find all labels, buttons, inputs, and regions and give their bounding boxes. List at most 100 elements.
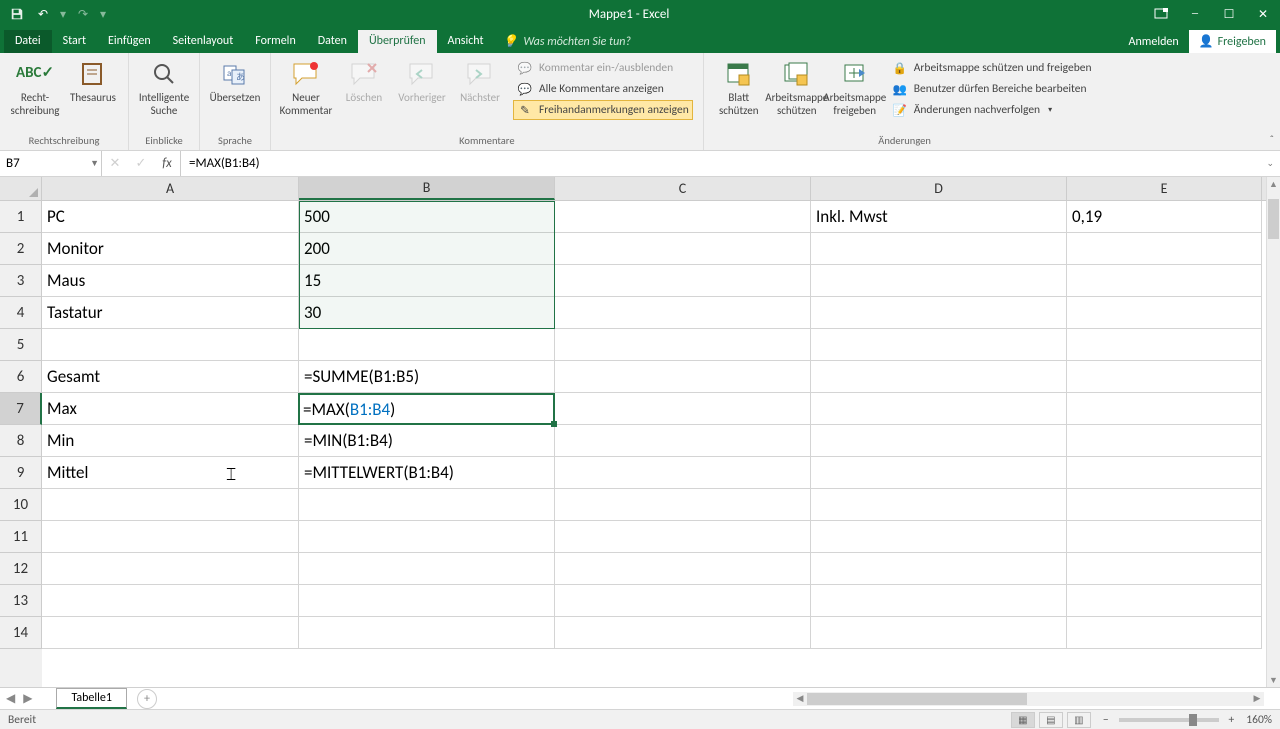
cell[interactable] — [42, 617, 299, 649]
cell[interactable] — [1067, 585, 1262, 617]
row-header[interactable]: 2 — [0, 233, 42, 265]
undo-button[interactable]: ↶ — [32, 3, 54, 25]
save-button[interactable] — [6, 3, 28, 25]
cell[interactable]: 15 — [299, 265, 555, 297]
row-header[interactable]: 1 — [0, 201, 42, 233]
cell[interactable] — [811, 233, 1067, 265]
maximize-button[interactable]: ☐ — [1212, 0, 1246, 28]
cell[interactable] — [299, 489, 555, 521]
row-header[interactable]: 4 — [0, 297, 42, 329]
cell[interactable] — [1067, 457, 1262, 489]
cell[interactable]: Mittel — [42, 457, 299, 489]
cell[interactable] — [1067, 521, 1262, 553]
cell[interactable]: Max — [42, 393, 299, 425]
cell[interactable] — [1067, 361, 1262, 393]
insert-function-button[interactable]: fx — [154, 156, 180, 171]
cell[interactable] — [555, 617, 811, 649]
cell[interactable] — [1067, 265, 1262, 297]
row-header[interactable]: 11 — [0, 521, 42, 553]
cell[interactable] — [42, 553, 299, 585]
thesaurus-button[interactable]: Thesaurus — [64, 56, 122, 107]
tab-data[interactable]: Daten — [307, 30, 358, 53]
protect-share-button[interactable]: 🔒 Arbeitsmappe schützen und freigeben — [888, 58, 1096, 78]
allow-ranges-button[interactable]: 👥 Benutzer dürfen Bereiche bearbeiten — [888, 79, 1096, 99]
cell[interactable] — [299, 329, 555, 361]
row-header[interactable]: 14 — [0, 617, 42, 649]
protect-workbook-button[interactable]: Arbeitsmappe schützen — [768, 56, 826, 119]
cell[interactable]: PC — [42, 201, 299, 233]
col-header-c[interactable]: C — [555, 177, 811, 200]
row-header[interactable]: 12 — [0, 553, 42, 585]
cell[interactable] — [811, 489, 1067, 521]
formula-input[interactable]: =MAX(B1:B4) ⌄ — [181, 151, 1280, 176]
sign-in-link[interactable]: Anmelden — [1119, 31, 1189, 53]
cell[interactable] — [299, 585, 555, 617]
cell[interactable] — [42, 489, 299, 521]
cell[interactable]: 200 — [299, 233, 555, 265]
new-comment-button[interactable]: Neuer Kommentar — [277, 56, 335, 119]
col-header-e[interactable]: E — [1067, 177, 1262, 200]
cell[interactable] — [811, 553, 1067, 585]
cell[interactable]: Monitor — [42, 233, 299, 265]
col-header-d[interactable]: D — [811, 177, 1067, 200]
row-header[interactable]: 10 — [0, 489, 42, 521]
cell[interactable] — [555, 233, 811, 265]
cell[interactable] — [555, 457, 811, 489]
cell[interactable] — [811, 297, 1067, 329]
enter-formula-button[interactable]: ✓ — [128, 156, 154, 171]
sheet-nav-next[interactable]: ▶ — [23, 691, 32, 706]
cell[interactable] — [811, 361, 1067, 393]
scroll-thumb[interactable] — [1268, 199, 1279, 239]
cell[interactable] — [555, 489, 811, 521]
column-headers[interactable]: A B C D E — [42, 177, 1266, 201]
cell[interactable] — [1067, 489, 1262, 521]
cell[interactable]: =MIN(B1:B4) — [299, 425, 555, 457]
col-header-a[interactable]: A — [42, 177, 299, 200]
select-all-corner[interactable] — [0, 177, 42, 201]
cell[interactable] — [811, 393, 1067, 425]
cell[interactable] — [555, 329, 811, 361]
row-header[interactable]: 7 — [0, 393, 42, 425]
vertical-scrollbar[interactable]: ▲ ▼ — [1266, 177, 1280, 687]
cell[interactable] — [1067, 553, 1262, 585]
cell[interactable] — [555, 361, 811, 393]
sheet-tab[interactable]: Tabelle1 — [56, 688, 127, 709]
cell[interactable]: 0,19 — [1067, 201, 1262, 233]
cell[interactable]: 500 — [299, 201, 555, 233]
cell[interactable] — [555, 201, 811, 233]
name-box[interactable]: B7 ▼ — [0, 151, 102, 176]
tell-me-search[interactable]: 💡 Was möchten Sie tun? — [495, 30, 639, 53]
cell[interactable]: Min — [42, 425, 299, 457]
cell[interactable] — [811, 265, 1067, 297]
tab-start[interactable]: Start — [52, 30, 97, 53]
cell[interactable] — [299, 553, 555, 585]
row-header[interactable]: 3 — [0, 265, 42, 297]
cell[interactable]: =SUMME(B1:B5) — [299, 361, 555, 393]
cell[interactable] — [42, 585, 299, 617]
tab-file[interactable]: Datei — [4, 30, 52, 53]
cell[interactable] — [42, 521, 299, 553]
cell[interactable]: Tastatur — [42, 297, 299, 329]
cell[interactable] — [555, 553, 811, 585]
scroll-thumb[interactable] — [807, 693, 1027, 705]
scroll-up-button[interactable]: ▲ — [1267, 177, 1280, 191]
row-header[interactable]: 8 — [0, 425, 42, 457]
scroll-down-button[interactable]: ▼ — [1267, 673, 1280, 687]
cell[interactable] — [555, 297, 811, 329]
row-header[interactable]: 9 — [0, 457, 42, 489]
cell[interactable] — [42, 329, 299, 361]
row-header[interactable]: 13 — [0, 585, 42, 617]
translate-button[interactable]: aあ Übersetzen — [206, 56, 264, 107]
add-sheet-button[interactable]: + — [137, 689, 157, 709]
row-header[interactable]: 5 — [0, 329, 42, 361]
row-headers[interactable]: 1 2 3 4 5 6 7 8 9 10 11 12 13 14 — [0, 201, 42, 687]
ribbon-options-button[interactable] — [1144, 0, 1178, 28]
cell[interactable] — [811, 329, 1067, 361]
cell[interactable] — [1067, 425, 1262, 457]
cell[interactable]: 30 — [299, 297, 555, 329]
cell[interactable] — [1067, 617, 1262, 649]
cell[interactable]: Maus — [42, 265, 299, 297]
cell[interactable] — [811, 457, 1067, 489]
horizontal-scrollbar[interactable]: ◀ ▶ — [793, 692, 1264, 706]
cell[interactable] — [299, 393, 555, 425]
